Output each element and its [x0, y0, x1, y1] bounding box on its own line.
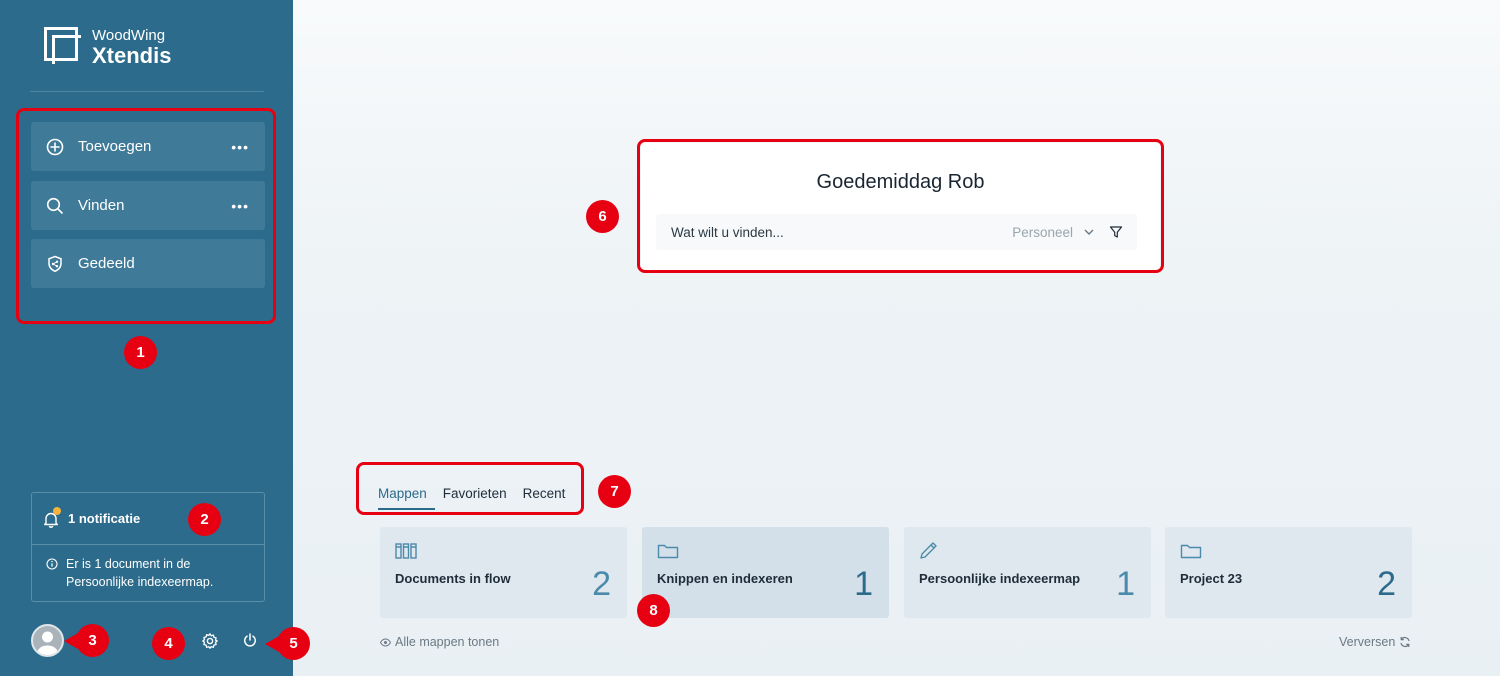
- chevron-down-icon[interactable]: [1083, 226, 1095, 238]
- sidebar-divider: [30, 91, 264, 92]
- shared-shield-icon: [46, 255, 64, 273]
- app-logo[interactable]: WoodWing Xtendis: [44, 27, 171, 67]
- sidebar-item-label: Toevoegen: [78, 138, 152, 155]
- annotation-badge-8: 8: [637, 594, 670, 627]
- pencil-icon: [920, 542, 937, 559]
- brand-line-1: WoodWing: [92, 27, 166, 44]
- annotation-badge-7: 7: [598, 475, 631, 508]
- welcome-card: Goedemiddag Rob Wat wilt u vinden... Per…: [641, 143, 1160, 271]
- folder-name: Knippen en indexeren: [657, 571, 793, 586]
- info-icon: [46, 558, 58, 570]
- annotation-badge-5: 5: [265, 627, 310, 660]
- refresh-label: Verversen: [1339, 635, 1396, 649]
- show-all-folders-link[interactable]: Alle mappen tonen: [380, 635, 499, 649]
- folder-card-persoonlijke-indexeermap[interactable]: Persoonlijke indexeermap 1: [904, 527, 1151, 618]
- folder-name: Project 23: [1180, 571, 1243, 586]
- annotation-badge-6: 6: [586, 200, 619, 233]
- folder-count: 2: [1377, 565, 1396, 603]
- brand-line-2: Xtendis: [92, 43, 172, 68]
- folder-card-project-23[interactable]: Project 23 2: [1165, 527, 1412, 618]
- sidebar-item-toevoegen[interactable]: Toevoegen •••: [31, 122, 265, 171]
- tab-mappen[interactable]: Mappen: [378, 486, 435, 510]
- annotation-badge-2: 2: [188, 503, 221, 536]
- sidebar-item-vinden[interactable]: Vinden •••: [31, 181, 265, 230]
- folder-count: 2: [592, 565, 611, 603]
- sidebar-item-label: Vinden: [78, 197, 125, 214]
- refresh-icon: [1400, 637, 1410, 647]
- binders-icon: [395, 543, 417, 559]
- notification-dot: [53, 506, 61, 515]
- avatar[interactable]: [31, 624, 64, 657]
- tab-recent[interactable]: Recent: [523, 486, 566, 510]
- folder-card-knippen-en-indexeren[interactable]: Knippen en indexeren 1: [642, 527, 889, 618]
- tab-favorieten[interactable]: Favorieten: [443, 486, 507, 510]
- folder-count: 1: [854, 565, 873, 603]
- annotation-badge-4: 4: [152, 627, 185, 660]
- folder-tabs: Mappen Favorieten Recent: [378, 486, 581, 510]
- notification-message: Er is 1 document in de Persoonlijke inde…: [66, 557, 214, 589]
- power-icon[interactable]: [242, 632, 258, 648]
- notification-panel: 1 notificatie Er is 1 document in de Per…: [31, 492, 265, 602]
- show-all-label: Alle mappen tonen: [395, 635, 500, 649]
- folder-icon: [657, 544, 679, 559]
- search-bar[interactable]: Wat wilt u vinden... Personeel: [656, 214, 1137, 250]
- search-icon: [46, 197, 64, 215]
- greeting-title: Goedemiddag Rob: [816, 171, 985, 193]
- user-icon: [33, 626, 62, 655]
- folder-card-documents-in-flow[interactable]: Documents in flow 2: [380, 527, 627, 618]
- refresh-link[interactable]: Verversen: [1339, 635, 1411, 649]
- sidebar-item-gedeeld[interactable]: Gedeeld: [31, 239, 265, 288]
- more-options-icon[interactable]: •••: [231, 199, 249, 213]
- notification-count: 1 notificatie: [68, 511, 141, 526]
- search-input[interactable]: Wat wilt u vinden...: [656, 225, 1012, 240]
- plus-circle-icon: [46, 138, 64, 156]
- annotation-badge-3: 3: [64, 624, 109, 657]
- notification-item[interactable]: Er is 1 document in de Persoonlijke inde…: [32, 545, 264, 591]
- bell-icon: [42, 506, 61, 528]
- folder-name: Persoonlijke indexeermap: [919, 571, 1081, 586]
- annotation-badge-1: 1: [124, 336, 157, 369]
- eye-icon: [380, 637, 391, 647]
- folder-icon: [1180, 544, 1202, 559]
- gear-icon[interactable]: [201, 632, 219, 650]
- search-scope-select[interactable]: Personeel: [1012, 225, 1073, 240]
- logo-mark-icon: [44, 27, 81, 64]
- more-options-icon[interactable]: •••: [231, 140, 249, 154]
- folder-name: Documents in flow: [395, 571, 511, 586]
- notification-header[interactable]: 1 notificatie: [32, 493, 264, 545]
- folder-count: 1: [1116, 565, 1135, 603]
- filter-icon[interactable]: [1109, 225, 1123, 239]
- sidebar-item-label: Gedeeld: [78, 255, 135, 272]
